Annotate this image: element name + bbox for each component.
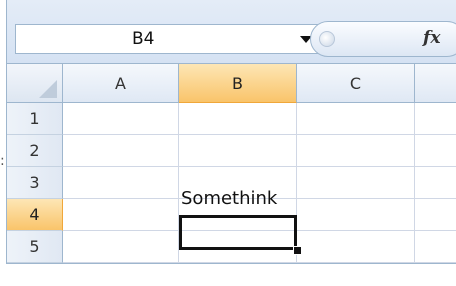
fx-icon[interactable]: fx [423,28,440,48]
row-header-1[interactable]: 1 [7,103,63,135]
select-all-icon [39,80,57,98]
gridline [63,166,456,167]
gridline [63,262,456,263]
cell-b3[interactable]: Somethink [181,188,277,209]
row-header-5[interactable]: 5 [7,231,63,263]
active-cell-b4[interactable] [179,215,297,250]
column-header-c[interactable]: C [297,64,415,103]
edge-artifact: : [0,153,5,169]
select-all-button[interactable] [7,64,63,103]
column-header-partial[interactable] [415,64,456,103]
gridline [63,134,456,135]
formula-controls: fx [310,21,456,57]
name-box[interactable]: B4 [15,24,319,54]
gridline [414,103,415,263]
row-header-4[interactable]: 4 [7,199,63,231]
name-box-value: B4 [132,29,155,49]
column-header-a[interactable]: A [63,64,179,103]
spreadsheet-window: B4 fx A B C 1 2 3 4 5 Somethink [6,0,456,264]
formula-bar: B4 fx [7,0,456,64]
row-header-2[interactable]: 2 [7,135,63,167]
fill-handle[interactable] [293,246,302,255]
worksheet-grid[interactable]: A B C 1 2 3 4 5 Somethink [7,64,456,263]
cancel-icon[interactable] [319,31,335,47]
column-header-b[interactable]: B [179,64,297,103]
row-header-3[interactable]: 3 [7,167,63,199]
